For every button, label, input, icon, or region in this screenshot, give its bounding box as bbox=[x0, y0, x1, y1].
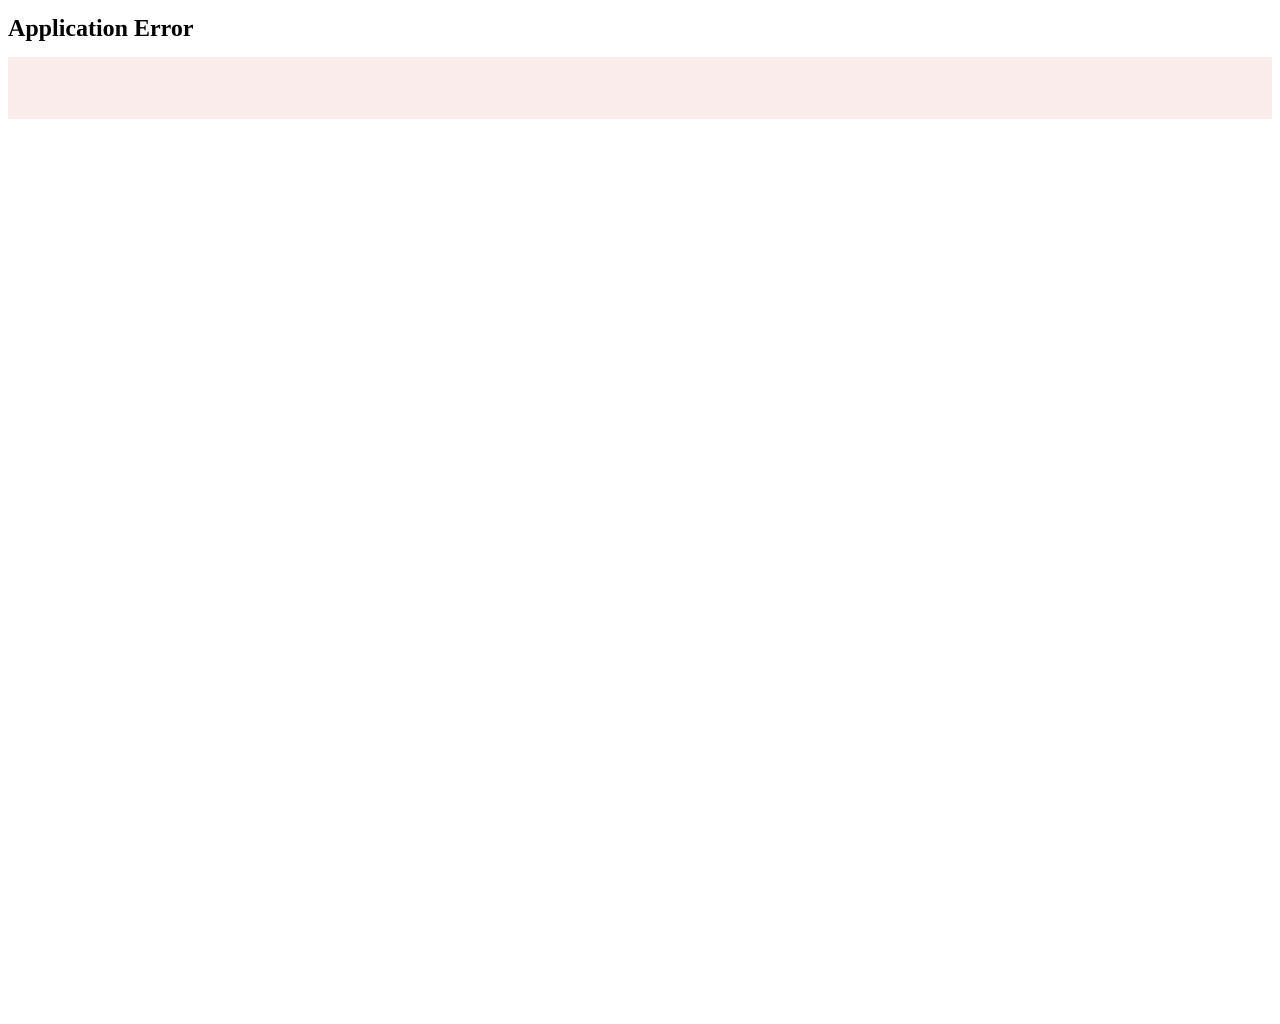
error-message-panel bbox=[8, 57, 1272, 119]
page-title: Application Error bbox=[8, 16, 1272, 43]
